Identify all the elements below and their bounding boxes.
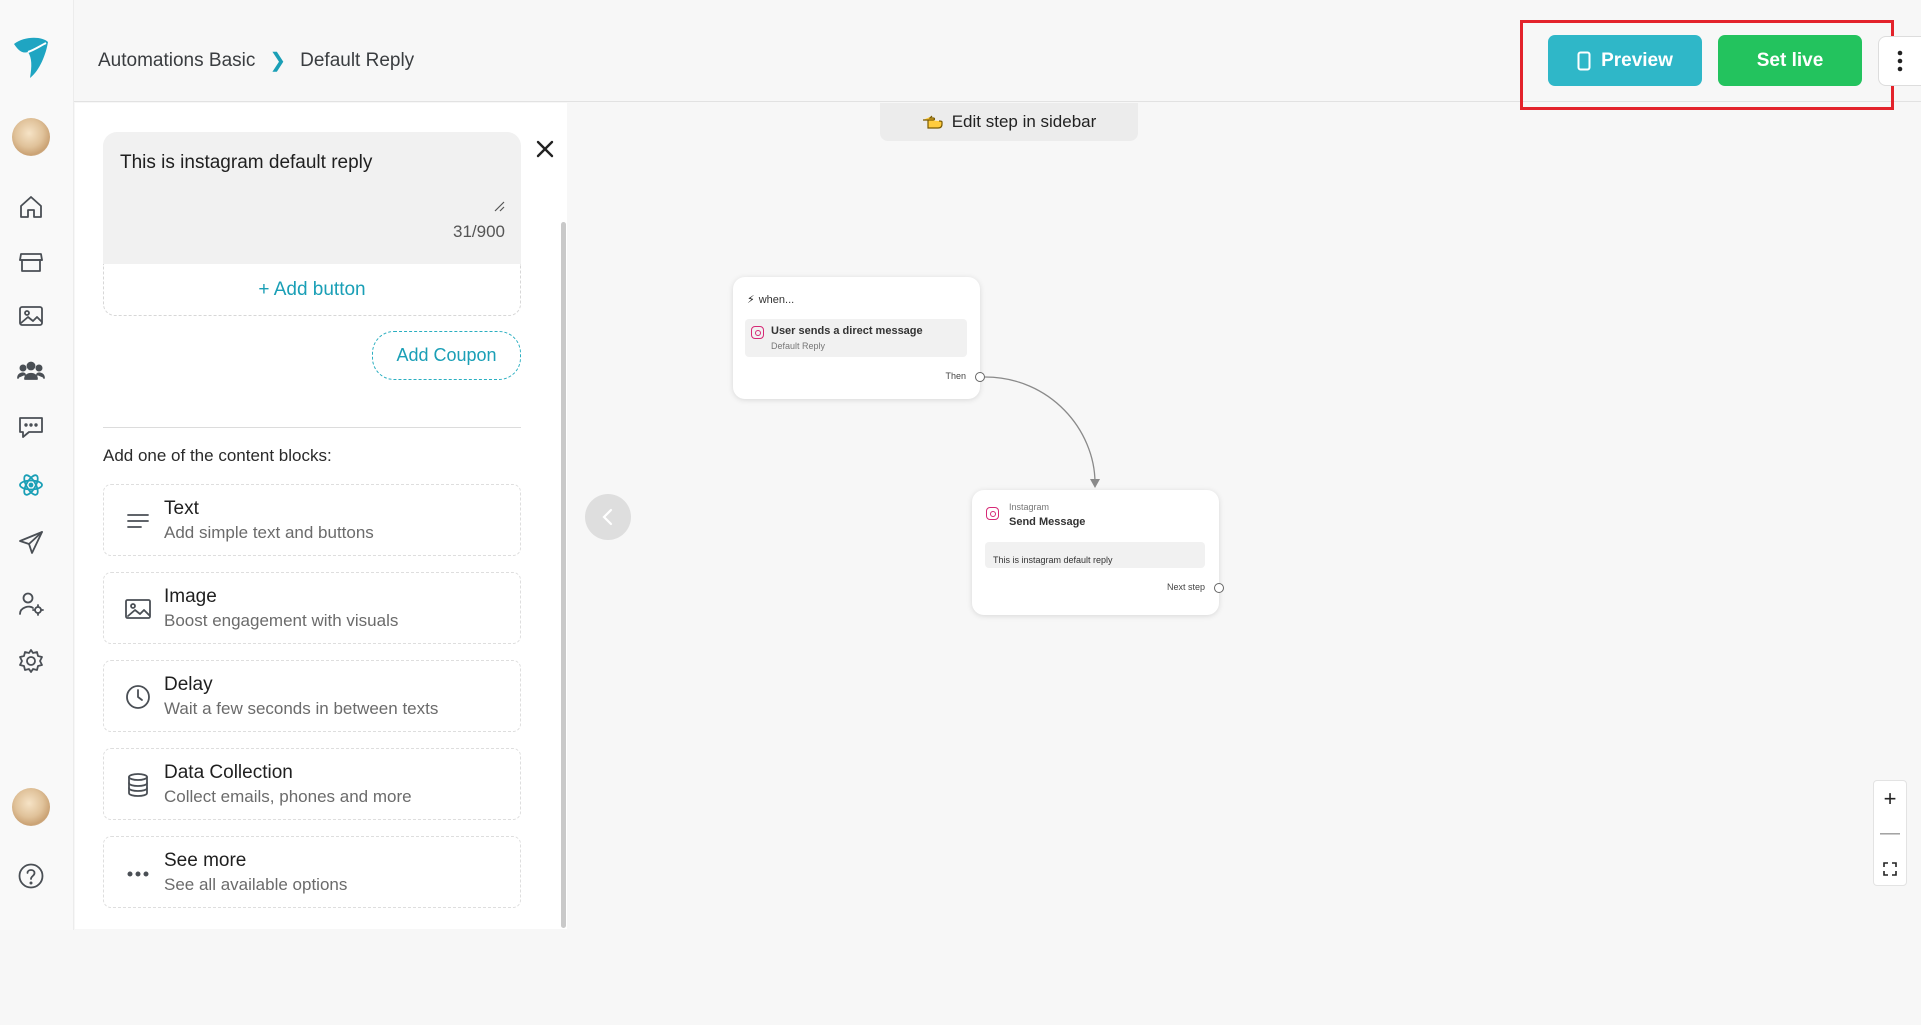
fit-view-icon[interactable]: [1874, 851, 1906, 886]
trigger-title: User sends a direct message: [771, 325, 923, 337]
trigger-heading: when...: [758, 293, 795, 306]
node-platform: Instagram: [1009, 502, 1050, 512]
next-step-port[interactable]: [1214, 583, 1224, 593]
then-port[interactable]: [975, 372, 985, 382]
trigger-node[interactable]: ⚡︎ when... User sends a direct message D…: [733, 277, 985, 399]
then-label: Then: [945, 371, 966, 381]
instagram-icon: [751, 326, 764, 339]
node-title: Send Message: [1009, 516, 1086, 528]
zoom-controls: + —: [1873, 780, 1907, 886]
instagram-icon: [986, 507, 999, 520]
zoom-out-icon[interactable]: —: [1874, 816, 1906, 851]
lightning-icon: ⚡︎: [747, 294, 755, 306]
trigger-subtitle: Default Reply: [771, 341, 826, 351]
next-step-label: Next step: [1166, 582, 1205, 592]
node-message: This is instagram default reply: [993, 555, 1113, 565]
trigger-card[interactable]: User sends a direct message Default Repl…: [745, 319, 967, 357]
flow-connector: [984, 376, 1100, 488]
zoom-in-icon[interactable]: +: [1874, 781, 1906, 816]
send-message-node[interactable]: Instagram Send Message This is instagram…: [972, 490, 1224, 615]
node-message-preview: This is instagram default reply: [985, 542, 1205, 568]
